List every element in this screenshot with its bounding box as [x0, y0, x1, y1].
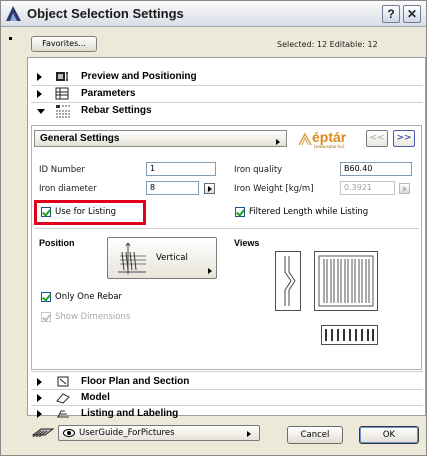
- eye-icon: [63, 429, 75, 437]
- iron-quality-label: Iron quality: [234, 165, 283, 175]
- iron-diameter-label: Iron diameter: [39, 184, 97, 194]
- layer-settings-icon: [31, 428, 55, 438]
- ok-button[interactable]: OK: [359, 426, 419, 444]
- close-button[interactable]: ✕: [403, 5, 421, 23]
- arrow-right-icon: [403, 186, 407, 192]
- section-floor-plan-and-section[interactable]: Floor Plan and Section: [37, 375, 417, 389]
- collapse-arrow-icon[interactable]: [37, 109, 45, 114]
- filtered-length-checkbox[interactable]: [235, 207, 245, 217]
- page-select-label: General Settings: [40, 133, 120, 144]
- layer-name: UserGuide_ForPictures: [79, 428, 175, 438]
- window-title: Object Selection Settings: [27, 6, 184, 21]
- cancel-button[interactable]: Cancel: [287, 426, 343, 444]
- page-select-dropdown[interactable]: General Settings: [34, 130, 287, 147]
- section-preview-and-positioning[interactable]: Preview and Positioning: [37, 70, 417, 84]
- section-model[interactable]: Model: [37, 391, 417, 405]
- iron-diameter-field[interactable]: 8: [146, 181, 199, 195]
- section-label: Model: [81, 392, 110, 403]
- iron-weight-menu-button: [399, 183, 410, 194]
- preview-icon: [56, 72, 68, 81]
- front-view-preview: [314, 251, 378, 311]
- dropdown-arrow-icon: [276, 139, 280, 145]
- title-bar[interactable]: Object Selection Settings ? ✕: [1, 1, 426, 27]
- id-number-field[interactable]: 1: [146, 162, 216, 176]
- position-selector-button[interactable]: Vertical: [107, 237, 217, 279]
- dialog-edge-mark: [9, 37, 12, 40]
- content-divider: [35, 228, 419, 229]
- section-divider: [31, 102, 423, 103]
- section-label: Preview and Positioning: [81, 71, 197, 82]
- expand-arrow-icon[interactable]: [37, 410, 42, 418]
- expand-arrow-icon[interactable]: [37, 394, 42, 402]
- section-divider: [31, 371, 423, 372]
- views-title: Views: [234, 238, 260, 248]
- iron-weight-label: Iron Weight [kg/m]: [234, 184, 314, 194]
- expand-arrow-icon[interactable]: [37, 378, 42, 386]
- floor-plan-icon: [57, 376, 69, 387]
- section-label: Parameters: [81, 88, 136, 99]
- section-label: Floor Plan and Section: [81, 376, 190, 387]
- previous-page-button[interactable]: <<: [366, 130, 388, 147]
- show-dimensions-checkbox: [41, 312, 51, 322]
- archicad-app-icon: [6, 6, 21, 21]
- favorites-button[interactable]: Favorites...: [31, 36, 97, 52]
- eptar-logo-mark-icon: [298, 132, 312, 146]
- rebar-front-view-icon: [318, 255, 374, 307]
- parameters-icon: [55, 87, 69, 100]
- section-rebar-settings[interactable]: Rebar Settings: [37, 104, 417, 118]
- dropdown-arrow-icon: [208, 268, 212, 274]
- rebar-top-view-icon: [325, 329, 374, 341]
- section-divider: [31, 389, 423, 390]
- iron-weight-field: 0.3921: [340, 181, 395, 195]
- eptar-logo: éptár [www.eptar.hu]: [298, 129, 354, 151]
- show-dimensions-label: Show Dimensions: [55, 312, 131, 322]
- arrow-right-icon: [208, 186, 212, 192]
- only-one-rebar-checkbox[interactable]: [41, 292, 51, 302]
- section-label: Rebar Settings: [81, 105, 152, 116]
- vertical-rebar-icon: [118, 242, 146, 274]
- logo-subtext: [www.eptar.hu]: [314, 144, 345, 149]
- iron-diameter-menu-button[interactable]: [204, 183, 215, 194]
- section-divider: [31, 85, 423, 86]
- rebar-icon: [56, 105, 70, 118]
- top-view-preview: [321, 325, 378, 345]
- next-page-button[interactable]: >>: [393, 130, 415, 147]
- layer-dropdown[interactable]: UserGuide_ForPictures: [58, 425, 260, 441]
- highlight-annotation: [34, 200, 146, 225]
- listing-icon: [57, 410, 69, 418]
- model-icon: [56, 393, 70, 404]
- side-view-preview: [275, 251, 301, 311]
- position-value-label: Vertical: [156, 253, 188, 263]
- iron-quality-field[interactable]: B60.40: [340, 162, 412, 176]
- selected-editable-count: Selected: 12 Editable: 12: [277, 40, 378, 49]
- dropdown-arrow-icon: [247, 431, 251, 437]
- section-parameters[interactable]: Parameters: [37, 87, 417, 101]
- position-title: Position: [39, 238, 75, 248]
- object-selection-settings-dialog: Object Selection Settings ? ✕ Favorites.…: [0, 0, 427, 456]
- logo-text: éptár: [312, 129, 347, 145]
- expand-arrow-icon[interactable]: [37, 90, 42, 98]
- only-one-rebar-label: Only One Rebar: [55, 292, 123, 302]
- bent-rebar-side-icon: [284, 256, 296, 306]
- id-number-label: ID Number: [39, 165, 85, 175]
- help-button[interactable]: ?: [382, 5, 400, 23]
- filtered-length-label: Filtered Length while Listing: [249, 207, 369, 217]
- section-divider: [31, 405, 423, 406]
- section-listing-and-labeling[interactable]: Listing and Labeling: [37, 407, 417, 421]
- section-label: Listing and Labeling: [81, 408, 179, 419]
- expand-arrow-icon[interactable]: [37, 73, 42, 81]
